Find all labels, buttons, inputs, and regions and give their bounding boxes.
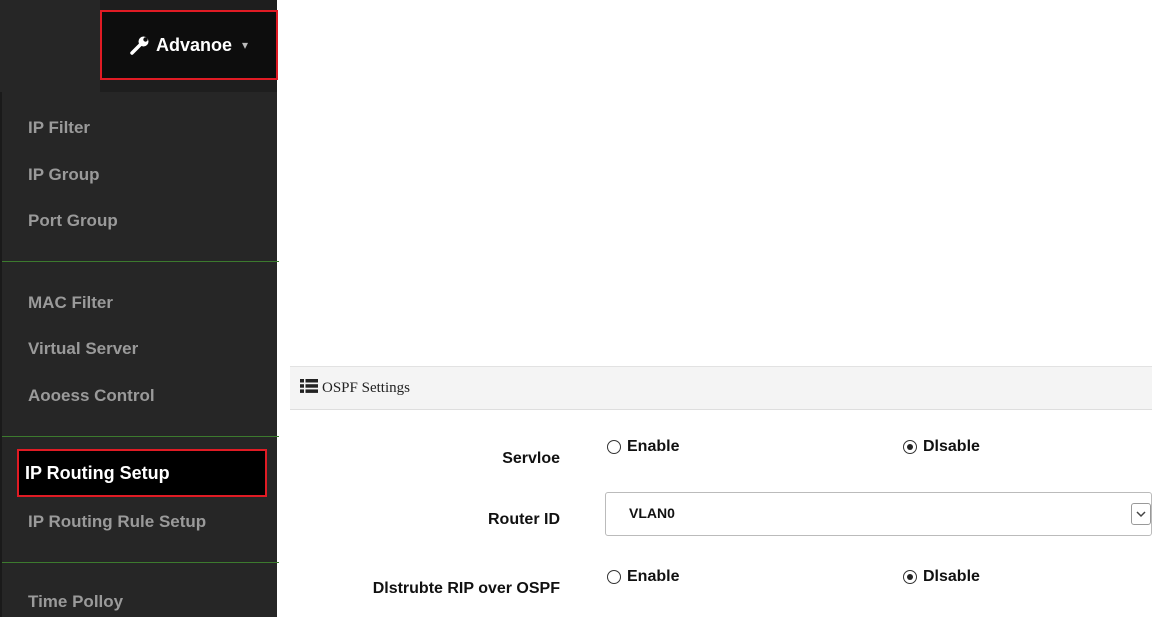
- radio-label: Enable: [627, 568, 680, 585]
- caret-down-icon: ▾: [242, 38, 249, 52]
- menu-divider: [2, 562, 279, 563]
- service-enable-radio[interactable]: Enable: [607, 438, 679, 456]
- distribute-rip-enable-radio[interactable]: Enable: [607, 568, 679, 586]
- menu-item-time-policy[interactable]: Time Polloy: [28, 592, 123, 612]
- radio-unchecked-icon: [607, 570, 621, 584]
- advance-menu-tab[interactable]: Advanoe ▾: [100, 10, 278, 80]
- radio-checked-icon: [903, 570, 917, 584]
- advance-dropdown-menu: IP Filter IP Group Port Group MAC Filter…: [0, 92, 279, 617]
- advance-menu-label: Advanoe: [155, 34, 232, 55]
- panel-title: OSPF Settings: [322, 379, 410, 396]
- service-label: Servloe: [502, 450, 560, 467]
- radio-label: Enable: [627, 438, 680, 455]
- top-nav-bar: Advanoe ▾: [0, 0, 278, 92]
- panel-header: OSPF Settings: [290, 366, 1152, 410]
- radio-checked-icon: [903, 440, 917, 454]
- menu-item-virtual-server[interactable]: Virtual Server: [28, 339, 138, 359]
- menu-item-mac-filter[interactable]: MAC Filter: [28, 293, 113, 313]
- router-id-select[interactable]: VLAN0: [605, 492, 1152, 536]
- wrench-icon: [130, 35, 150, 55]
- menu-item-access-control[interactable]: Aooess Control: [28, 386, 155, 406]
- menu-item-port-group[interactable]: Port Group: [28, 211, 118, 231]
- radio-label: Dlsable: [923, 568, 980, 585]
- chevron-down-icon[interactable]: [1131, 503, 1151, 525]
- nav-spacer: [0, 0, 100, 92]
- list-icon: [300, 378, 318, 398]
- router-id-value: VLAN0: [629, 505, 675, 521]
- distribute-rip-disable-radio[interactable]: Dlsable: [903, 568, 980, 586]
- ospf-settings-form: Servloe Enable Dlsable Router ID VLAN0 D…: [290, 410, 1152, 617]
- menu-item-ip-routing-rule-setup[interactable]: IP Routing Rule Setup: [28, 512, 206, 532]
- menu-item-ip-routing-setup[interactable]: IP Routing Setup: [17, 449, 267, 497]
- menu-divider: [2, 436, 279, 437]
- menu-item-ip-filter[interactable]: IP Filter: [28, 118, 90, 138]
- menu-item-ip-group[interactable]: IP Group: [28, 165, 99, 185]
- radio-unchecked-icon: [607, 440, 621, 454]
- router-id-label: Router ID: [488, 511, 560, 528]
- distribute-rip-label: Dlstrubte RIP over OSPF: [372, 580, 560, 597]
- radio-label: Dlsable: [923, 438, 980, 455]
- service-disable-radio[interactable]: Dlsable: [903, 438, 980, 456]
- menu-divider: [2, 261, 279, 262]
